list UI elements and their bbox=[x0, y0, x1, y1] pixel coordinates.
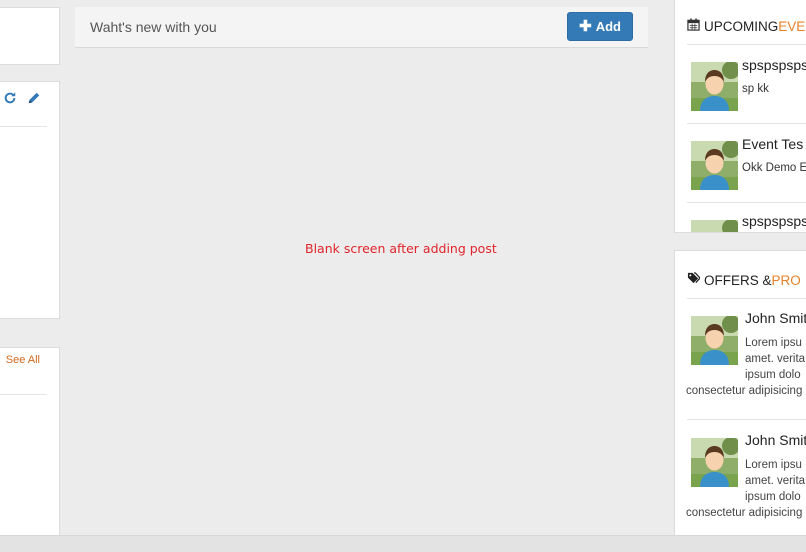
offer-divider bbox=[687, 419, 806, 420]
post-composer: Waht's new with you ✚ Add bbox=[75, 7, 648, 48]
see-all-link[interactable]: See All bbox=[6, 354, 40, 366]
edit-pencil-icon[interactable] bbox=[27, 91, 41, 105]
left-panel-profile bbox=[0, 7, 60, 65]
event-avatar[interactable] bbox=[691, 62, 738, 111]
add-post-button-label: Add bbox=[595, 19, 621, 34]
tags-icon bbox=[687, 272, 701, 288]
events-divider bbox=[687, 44, 806, 45]
event-title[interactable]: spspspsps bbox=[742, 213, 806, 229]
offer-text-line: amet. verita bbox=[745, 353, 806, 365]
widget-divider bbox=[0, 126, 47, 127]
offers-divider bbox=[687, 298, 806, 299]
horizontal-scrollbar[interactable] bbox=[0, 535, 806, 552]
offers-heading-accent: PRO bbox=[771, 272, 801, 288]
offer-author[interactable]: John Smit bbox=[745, 310, 806, 326]
offer-avatar[interactable] bbox=[691, 316, 738, 365]
offers-heading: OFFERS & PRO bbox=[687, 272, 801, 288]
event-subtitle: Okk Demo E bbox=[742, 162, 806, 174]
events-heading-accent: EVE bbox=[778, 18, 806, 34]
offers-promotions-panel: OFFERS & PRO John Smit Lorem ipsu amet. … bbox=[674, 250, 806, 540]
event-title[interactable]: Event Tes bbox=[742, 136, 803, 152]
offer-avatar[interactable] bbox=[691, 438, 738, 487]
widget-toolbar bbox=[3, 91, 41, 105]
plus-icon: ✚ bbox=[579, 18, 592, 35]
event-divider bbox=[687, 202, 806, 203]
offer-text-line: Lorem ipsu bbox=[745, 459, 802, 471]
add-post-button[interactable]: ✚ Add bbox=[567, 12, 633, 41]
list-divider bbox=[0, 394, 47, 395]
offer-text-line: consectetur adipisicing bbox=[686, 507, 803, 519]
offers-heading-main: OFFERS & bbox=[704, 272, 772, 288]
event-divider bbox=[687, 123, 806, 124]
event-title[interactable]: spspspsps bbox=[742, 57, 806, 73]
right-column: UPCOMING EVE spspspsps sp kk Event Tes O… bbox=[663, 0, 806, 540]
offer-text-line: ipsum dolo bbox=[745, 369, 801, 381]
event-subtitle: sp kk bbox=[742, 83, 769, 95]
events-heading-main: UPCOMING bbox=[704, 18, 779, 34]
offer-text-line: ipsum dolo bbox=[745, 491, 801, 503]
event-avatar[interactable] bbox=[691, 220, 738, 232]
refresh-icon[interactable] bbox=[3, 91, 17, 105]
left-panel-list: See All bbox=[0, 347, 60, 547]
calendar-icon bbox=[687, 18, 700, 34]
left-panel-widget bbox=[0, 81, 60, 319]
post-input[interactable]: Waht's new with you bbox=[90, 19, 217, 35]
offer-author[interactable]: John Smit bbox=[745, 432, 806, 448]
upcoming-events-panel: UPCOMING EVE spspspsps sp kk Event Tes O… bbox=[674, 0, 806, 233]
events-heading: UPCOMING EVE bbox=[687, 18, 805, 34]
offer-text-line: consectetur adipisicing bbox=[686, 385, 803, 397]
blank-screen-annotation: Blank screen after adding post bbox=[305, 241, 497, 256]
offer-text-line: Lorem ipsu bbox=[745, 337, 802, 349]
event-avatar[interactable] bbox=[691, 141, 738, 190]
offer-text-line: amet. verita bbox=[745, 475, 806, 487]
